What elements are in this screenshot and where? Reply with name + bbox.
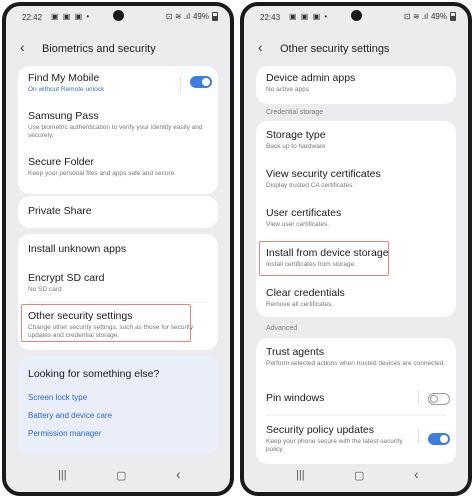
phone-left: 22:42 ▣ ▣ ▣ • ⊡ ≋ .ıl 49% ‹ Biometrics a… — [2, 2, 234, 496]
camera-cutout — [113, 10, 124, 21]
item-subtitle: Keep your personal files and apps safe a… — [28, 170, 177, 177]
samsung-pass-item[interactable]: Samsung Pass Use biometric authenticatio… — [28, 110, 208, 140]
notification-icons: ▣ ▣ ▣ • — [289, 12, 329, 21]
private-share-item[interactable]: Private Share — [28, 205, 208, 217]
item-title: Device admin apps — [266, 72, 356, 84]
item-title: Clear credentials — [266, 287, 345, 299]
device-admin-apps-item[interactable]: Device admin apps No active apps — [266, 72, 446, 94]
highlight-box — [21, 304, 191, 342]
storage-type-item[interactable]: Storage type Back up to hardware — [266, 129, 446, 151]
item-title: Secure Folder — [28, 156, 94, 168]
settings-card: Trust agents Perform selected actions wh… — [256, 338, 456, 464]
camera-cutout — [351, 10, 362, 21]
link-screen-lock-type[interactable]: Screen lock type — [28, 393, 87, 402]
item-subtitle: Back up to hardware — [266, 143, 326, 150]
find-my-mobile-item[interactable]: Find My Mobile On without Remote unlock — [28, 72, 208, 94]
secure-folder-item[interactable]: Secure Folder Keep your personal files a… — [28, 156, 208, 178]
page-title: Other security settings — [280, 43, 390, 55]
item-subtitle: Remove all certificates. — [266, 301, 334, 308]
security-policy-updates-toggle[interactable] — [428, 433, 450, 445]
vertical-divider — [180, 76, 181, 92]
section-header-credential-storage: Credential storage — [266, 109, 324, 116]
item-title: Find My Mobile — [28, 72, 100, 84]
item-subtitle: View user certificates. — [266, 221, 330, 228]
suggestions-card: Looking for something else? Screen lock … — [18, 356, 218, 454]
page-title: Biometrics and security — [42, 43, 156, 55]
battery-percent: 49% — [192, 12, 209, 21]
battery-icon — [212, 12, 218, 21]
clear-credentials-item[interactable]: Clear credentials Remove all certificate… — [266, 287, 446, 309]
toggle-knob — [440, 435, 448, 443]
signal-icons: ⊡ ≋ .ıl — [165, 12, 190, 21]
back-arrow-icon[interactable]: ‹ — [20, 39, 25, 55]
nav-back-icon[interactable]: ‹ — [414, 466, 419, 482]
divider — [266, 415, 446, 416]
signal-icons: ⊡ ≋ .ıl — [403, 12, 428, 21]
item-subtitle: Use biometric authentication to verify y… — [28, 124, 203, 139]
user-certificates-item[interactable]: User certificates View user certificates… — [266, 207, 446, 229]
section-header-advanced: Advanced — [266, 325, 298, 332]
highlight-box — [259, 241, 389, 276]
suggestions-heading: Looking for something else? — [28, 368, 160, 380]
item-title: Encrypt SD card — [28, 272, 105, 284]
recents-icon[interactable]: ||| — [296, 469, 305, 481]
phone-right: 22:43 ▣ ▣ ▣ • ⊡ ≋ .ıl 49% ‹ Other securi… — [240, 2, 472, 496]
link-battery-device-care[interactable]: Battery and device care — [28, 411, 112, 420]
app-header: ‹ Biometrics and security — [6, 36, 230, 62]
home-icon[interactable]: ▢ — [354, 469, 364, 482]
item-title: Security policy updates — [266, 424, 374, 436]
navigation-bar: ||| ▢ ‹ — [244, 462, 468, 492]
item-title: Install unknown apps — [28, 243, 127, 255]
status-time: 22:42 — [22, 13, 43, 22]
link-permission-manager[interactable]: Permission manager — [28, 429, 101, 438]
item-title: Storage type — [266, 129, 326, 141]
item-title: Pin windows — [266, 392, 325, 404]
item-subtitle: Keep your phone secure with the latest s… — [266, 438, 403, 453]
pin-windows-toggle[interactable] — [428, 393, 450, 405]
toggle-knob — [202, 78, 210, 86]
toggle-knob — [430, 395, 438, 403]
item-subtitle: On without Remote unlock — [28, 86, 105, 93]
vertical-divider — [418, 428, 419, 444]
item-title: User certificates — [266, 207, 342, 219]
recents-icon[interactable]: ||| — [58, 469, 67, 481]
settings-card: Device admin apps No active apps — [256, 66, 456, 104]
divider — [28, 302, 208, 303]
battery-percent: 49% — [430, 12, 447, 21]
item-subtitle: No active apps — [266, 86, 309, 93]
battery-icon — [450, 12, 456, 21]
status-time: 22:43 — [260, 13, 281, 22]
app-header: ‹ Other security settings — [244, 36, 468, 62]
security-policy-updates-item[interactable]: Security policy updates Keep your phone … — [266, 424, 446, 454]
trust-agents-item[interactable]: Trust agents Perform selected actions wh… — [266, 346, 446, 368]
item-subtitle: Perform selected actions when trusted de… — [266, 360, 446, 367]
notification-icons: ▣ ▣ ▣ • — [51, 12, 91, 21]
item-title: Samsung Pass — [28, 110, 99, 122]
find-my-mobile-toggle[interactable] — [190, 76, 212, 88]
item-subtitle: No SD card — [28, 286, 62, 293]
pin-windows-item[interactable]: Pin windows — [266, 392, 446, 404]
encrypt-sd-card-item[interactable]: Encrypt SD card No SD card — [28, 272, 208, 294]
item-title: Private Share — [28, 205, 92, 217]
home-icon[interactable]: ▢ — [116, 469, 126, 482]
install-unknown-apps-item[interactable]: Install unknown apps — [28, 243, 208, 255]
navigation-bar: ||| ▢ ‹ — [6, 462, 230, 492]
view-security-certificates-item[interactable]: View security certificates Display trust… — [266, 168, 446, 190]
item-title: View security certificates — [266, 168, 381, 180]
item-subtitle: Display trusted CA certificates. — [266, 182, 355, 189]
vertical-divider — [418, 390, 419, 406]
nav-back-icon[interactable]: ‹ — [176, 466, 181, 482]
settings-card: Find My Mobile On without Remote unlock … — [18, 66, 218, 194]
settings-card: Storage type Back up to hardware View se… — [256, 121, 456, 317]
item-title: Trust agents — [266, 346, 324, 358]
settings-card: Private Share — [18, 196, 218, 228]
back-arrow-icon[interactable]: ‹ — [258, 39, 263, 55]
